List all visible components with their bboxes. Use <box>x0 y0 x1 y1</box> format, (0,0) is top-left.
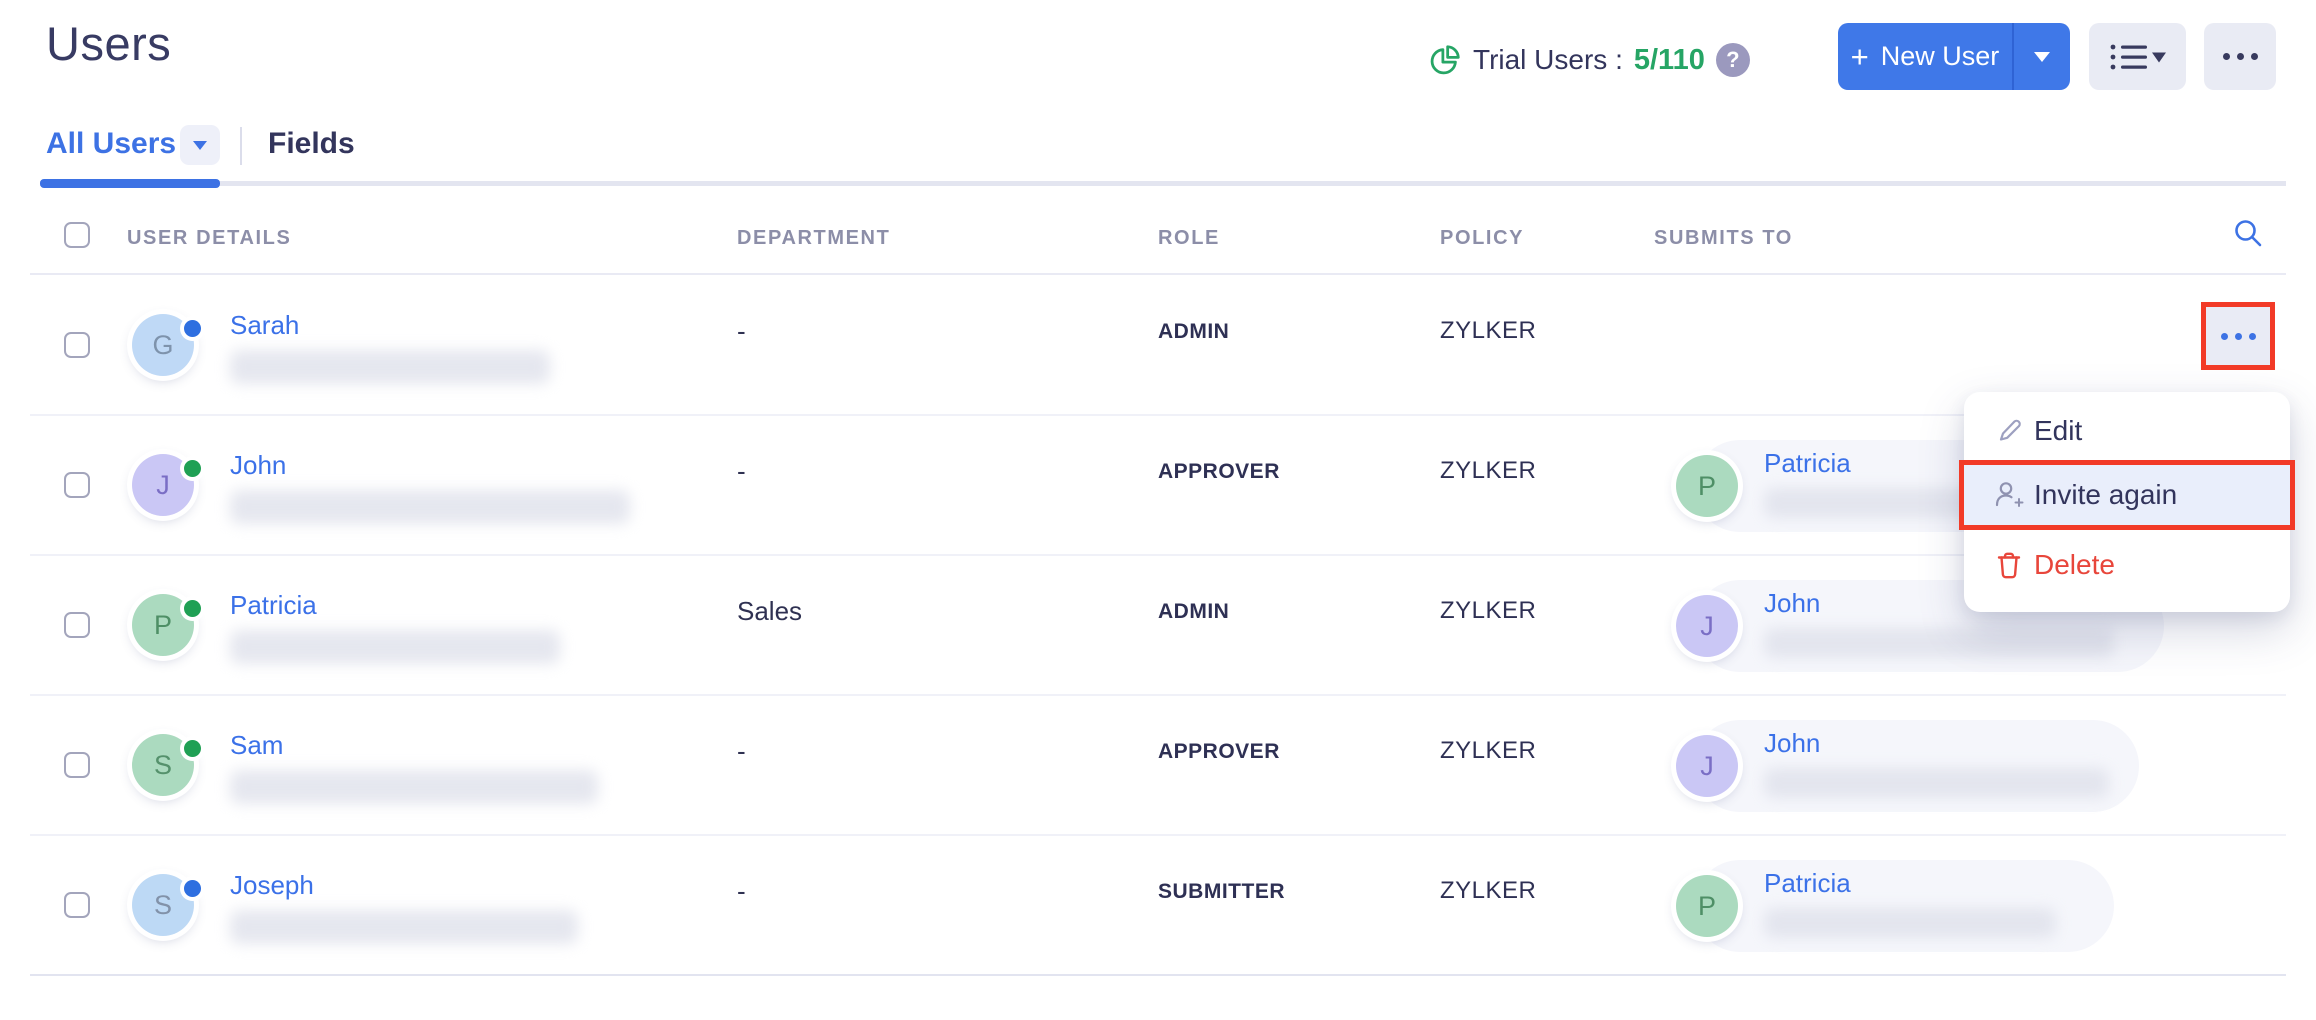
redacted-email <box>230 630 560 664</box>
active-tab-underline <box>40 179 220 188</box>
submits-to-avatar: J <box>1676 595 1738 657</box>
user-name-link[interactable]: John <box>230 450 286 481</box>
submits-to-name-link[interactable]: Patricia <box>1764 868 1851 899</box>
department-cell: Sales <box>737 596 803 626</box>
submits-to-name-link[interactable]: Patricia <box>1764 448 1851 479</box>
new-user-button-label: New User <box>1880 41 2000 71</box>
row-checkbox[interactable] <box>64 472 90 498</box>
chevron-down-icon <box>2034 51 2050 62</box>
submits-to-name-link[interactable]: John <box>1764 588 1820 619</box>
column-header-department[interactable]: DEPARTMENT <box>737 227 890 250</box>
user-name-link[interactable]: Patricia <box>230 590 317 621</box>
search-icon[interactable] <box>2231 216 2265 255</box>
users-page: Users Trial Users : 5/110 ? + New User A… <box>0 0 2316 1020</box>
column-header-role[interactable]: ROLE <box>1158 227 1220 250</box>
trial-users-label: Trial Users : <box>1473 44 1623 75</box>
row-checkbox[interactable] <box>64 752 90 778</box>
trash-icon <box>1992 549 2026 581</box>
view-options-button[interactable] <box>2089 23 2186 90</box>
trial-users-counter: Trial Users : 5/110 ? <box>1428 40 1750 80</box>
user-plus-icon <box>1992 478 2026 512</box>
ellipsis-icon <box>2222 53 2230 60</box>
plus-icon: + <box>1850 39 1869 74</box>
menu-item-label: Edit <box>2034 415 2083 446</box>
policy-cell: ZYLKER <box>1440 597 1537 624</box>
policy-cell: ZYLKER <box>1440 877 1537 904</box>
redacted-email <box>230 910 578 944</box>
redacted-email <box>1764 908 2056 938</box>
tab-fields[interactable]: Fields <box>268 127 355 161</box>
row-actions-button-highlighted[interactable] <box>2201 302 2275 370</box>
row-checkbox[interactable] <box>64 332 90 358</box>
policy-cell: ZYLKER <box>1440 457 1537 484</box>
submits-to-name-link[interactable]: John <box>1764 728 1820 759</box>
menu-item-label: Invite again <box>2034 479 2178 510</box>
menu-item-delete[interactable]: Delete <box>1964 536 2290 594</box>
submits-to-avatar: J <box>1676 735 1738 797</box>
all-users-dropdown-toggle[interactable] <box>180 125 220 165</box>
menu-item-edit[interactable]: Edit <box>1964 402 2290 460</box>
redacted-email <box>230 770 598 804</box>
select-all-checkbox[interactable] <box>64 222 90 248</box>
column-header-user-details[interactable]: USER DETAILS <box>127 227 291 250</box>
menu-item-label: Delete <box>2034 549 2115 580</box>
pie-chart-icon <box>1428 43 1462 77</box>
user-name-link[interactable]: Joseph <box>230 870 314 901</box>
tab-all-users[interactable]: All Users <box>46 127 176 161</box>
role-cell: APPROVER <box>1158 740 1280 763</box>
redacted-email <box>230 350 550 384</box>
status-dot <box>184 600 201 617</box>
tab-baseline <box>40 181 2286 186</box>
menu-item-invite-again-highlighted[interactable]: Invite again <box>1959 460 2295 530</box>
status-dot <box>184 460 201 477</box>
row-checkbox[interactable] <box>64 612 90 638</box>
submits-to-avatar: P <box>1676 455 1738 517</box>
new-user-dropdown-toggle[interactable] <box>2014 51 2070 62</box>
policy-cell: ZYLKER <box>1440 317 1537 344</box>
policy-cell: ZYLKER <box>1440 737 1537 764</box>
user-name-link[interactable]: Sarah <box>230 310 299 341</box>
user-name-link[interactable]: Sam <box>230 730 283 761</box>
redacted-email <box>230 490 630 524</box>
department-cell: - <box>737 456 746 486</box>
trial-users-value: 5/110 <box>1633 43 1705 76</box>
column-header-policy[interactable]: POLICY <box>1440 227 1524 250</box>
list-view-icon <box>2109 42 2167 72</box>
page-title: Users <box>46 17 172 70</box>
chevron-down-icon <box>193 140 207 150</box>
pencil-icon <box>1992 415 2026 447</box>
department-cell: - <box>737 876 746 906</box>
role-cell: ADMIN <box>1158 320 1230 343</box>
role-cell: APPROVER <box>1158 460 1280 483</box>
table-row: S Joseph - SUBMITTER ZYLKER P Patricia <box>0 836 2316 976</box>
new-user-button-main[interactable]: + New User <box>1838 41 2012 72</box>
status-dot <box>184 740 201 757</box>
header-divider <box>30 273 2286 275</box>
ellipsis-icon <box>2220 332 2228 340</box>
submits-to-pill <box>1694 860 2114 952</box>
role-cell: ADMIN <box>1158 600 1230 623</box>
tab-separator <box>240 127 242 165</box>
table-row: S Sam - APPROVER ZYLKER J John <box>0 696 2316 836</box>
more-options-button[interactable] <box>2204 23 2276 90</box>
department-cell: - <box>737 316 746 346</box>
row-checkbox[interactable] <box>64 892 90 918</box>
submits-to-avatar: P <box>1676 875 1738 937</box>
redacted-email <box>1764 628 2114 658</box>
submits-to-pill <box>1694 720 2139 812</box>
column-header-submits-to[interactable]: SUBMITS TO <box>1654 227 1793 250</box>
department-cell: - <box>737 736 746 766</box>
status-dot <box>184 880 201 897</box>
new-user-button[interactable]: + New User <box>1838 23 2070 90</box>
row-divider <box>30 974 2286 976</box>
redacted-email <box>1764 768 2109 798</box>
help-icon[interactable]: ? <box>1715 43 1750 77</box>
status-dot <box>184 320 201 337</box>
role-cell: SUBMITTER <box>1158 880 1285 903</box>
